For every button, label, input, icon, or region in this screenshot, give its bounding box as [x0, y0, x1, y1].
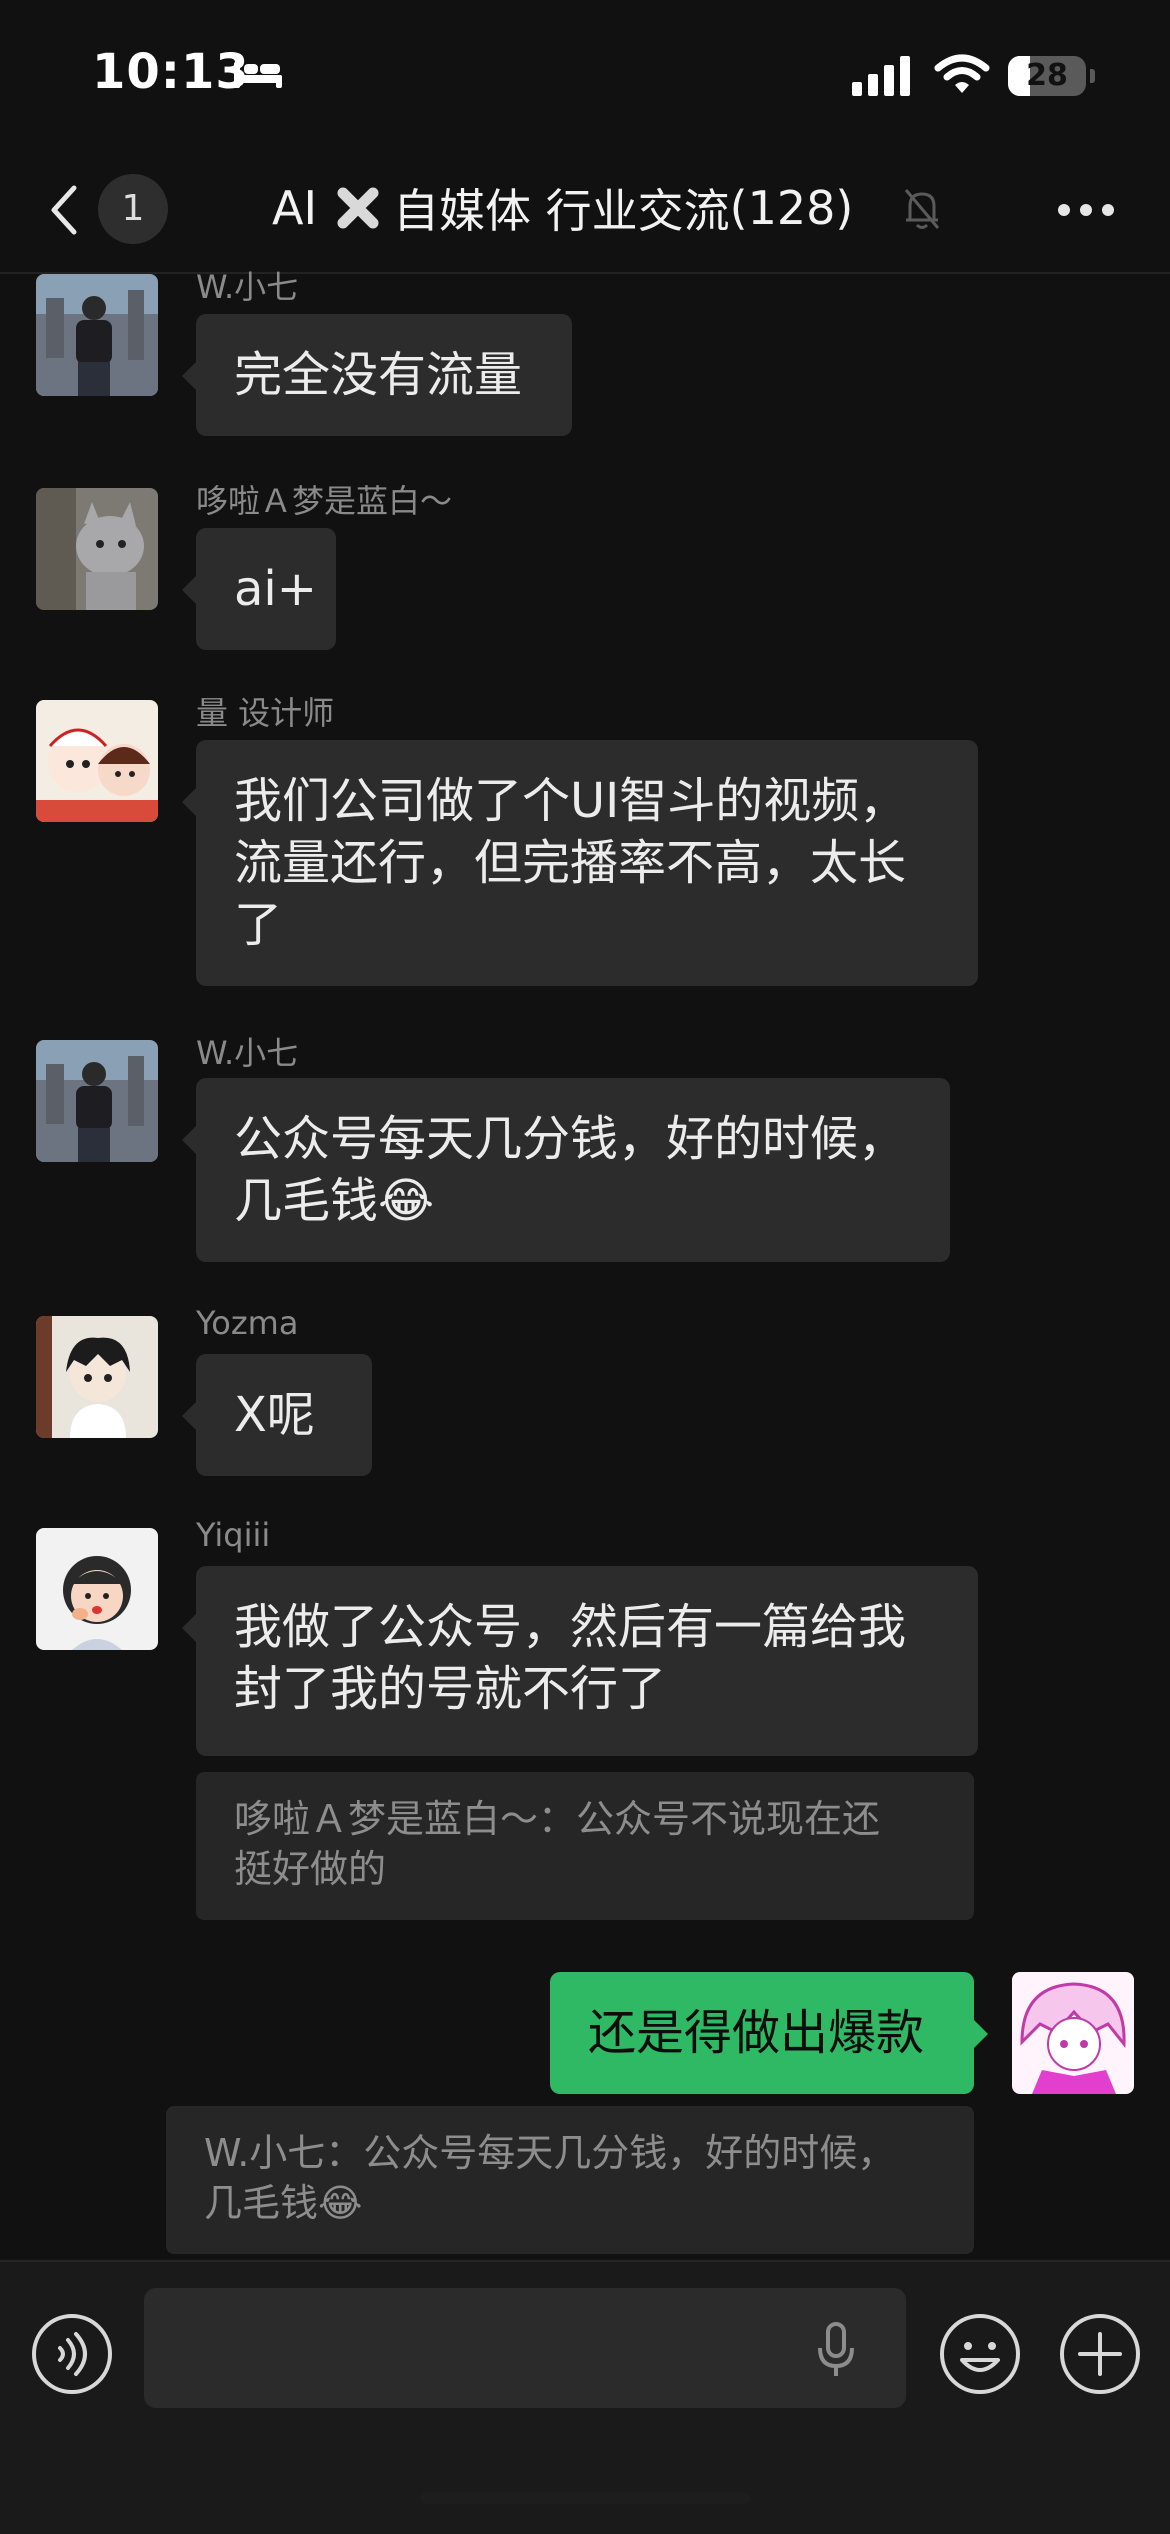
city-photo-avatar-image	[36, 274, 158, 396]
message-text-line: 流量还行，但完播率不高，太长	[234, 835, 907, 891]
message-text-line: 封了我的号就不行了	[234, 1661, 667, 1717]
message-text-line: 几毛钱😂	[234, 1173, 435, 1229]
more-dots-icon[interactable]	[1056, 202, 1116, 218]
avatar-pink-anime[interactable]	[1012, 1972, 1134, 2094]
sender-name: W.小七	[196, 268, 299, 306]
sender-name: W.小七	[196, 1034, 299, 1072]
quote-text-line: 哆啦Ａ梦是蓝白～：公众号不说现在还	[234, 1797, 881, 1841]
member-count: (128)	[729, 181, 854, 235]
status-time: 10:13	[92, 44, 250, 100]
voice-input-icon[interactable]	[30, 2312, 114, 2396]
back-chevron-icon[interactable]	[44, 182, 84, 238]
add-plus-icon[interactable]	[1058, 2312, 1142, 2396]
message-bubble[interactable]: X呢	[182, 1354, 372, 1476]
wifi-icon	[934, 54, 990, 93]
anime-boy-avatar-image	[36, 1316, 158, 1438]
message-bubble[interactable]: 我们公司做了个UI智斗的视频， 流量还行，但完播率不高，太长 了	[182, 740, 978, 986]
bed-icon	[234, 62, 282, 88]
chat-header: 1 AI 自媒体 行业交流 (128)	[0, 150, 1170, 274]
home-indicator	[420, 2492, 750, 2504]
cat-photo-avatar-image	[36, 488, 158, 610]
chat-input-bar	[0, 2260, 1170, 2534]
message-text-line: 了	[234, 897, 283, 953]
emoji-icon[interactable]	[938, 2312, 1022, 2396]
avatar-cartoon-pair[interactable]	[36, 700, 158, 822]
cellular-signal-icon	[852, 56, 910, 96]
sender-name: 哆啦Ａ梦是蓝白～	[196, 482, 453, 520]
message-text-line: 我做了公众号，然后有一篇给我	[234, 1599, 907, 1655]
muted-bell-icon	[904, 189, 940, 229]
title-text: 自媒体 行业交流	[393, 184, 730, 238]
avatar-cat-photo[interactable]	[36, 488, 158, 610]
quoted-reply[interactable]: W.小七：公众号每天几分钱，好的时候， 几毛钱😂	[166, 2106, 974, 2254]
message-input[interactable]	[144, 2288, 906, 2408]
sender-name: Yiqiii	[196, 1516, 271, 1554]
battery-percentage: 28	[1026, 58, 1068, 93]
city-photo-avatar-image	[36, 1040, 158, 1162]
sender-name: 量 设计师	[196, 694, 335, 732]
message-bubble[interactable]: 我做了公众号，然后有一篇给我 封了我的号就不行了	[182, 1566, 978, 1756]
message-text-line: 公众号每天几分钱，好的时候，	[234, 1111, 907, 1167]
pink-anime-avatar-image	[1012, 1972, 1134, 2094]
message-text: 完全没有流量	[234, 347, 523, 403]
status-bar: 10:13 28	[0, 0, 1170, 150]
avatar-city-photo[interactable]	[36, 1040, 158, 1162]
title-prefix: AI	[272, 181, 318, 235]
message-bubble[interactable]: 完全没有流量	[182, 314, 572, 436]
quote-text-line: W.小七：公众号每天几分钱，好的时候，	[204, 2131, 896, 2175]
quote-text-line: 几毛钱😂	[204, 2181, 363, 2225]
microphone-icon[interactable]	[816, 2322, 856, 2378]
cross-mark-icon	[337, 187, 379, 229]
message-text: X呢	[234, 1387, 315, 1443]
message-bubble[interactable]: 公众号每天几分钱，好的时候， 几毛钱😂	[182, 1078, 950, 1262]
message-text: ai+	[234, 561, 317, 617]
quoted-reply[interactable]: 哆啦Ａ梦是蓝白～：公众号不说现在还 挺好做的	[196, 1772, 974, 1920]
battery-cap	[1090, 69, 1095, 83]
message-text-line: 我们公司做了个UI智斗的视频，	[234, 773, 908, 829]
chat-title[interactable]: AI 自媒体 行业交流 (128)	[272, 178, 853, 238]
avatar-city-photo[interactable]	[36, 274, 158, 396]
cartoon-girl-avatar-image	[36, 1528, 158, 1650]
message-text: 还是得做出爆款	[588, 2005, 925, 2061]
avatar-anime-boy[interactable]	[36, 1316, 158, 1438]
message-bubble[interactable]: ai+	[182, 528, 336, 650]
avatar-cartoon-girl[interactable]	[36, 1528, 158, 1650]
sender-name: Yozma	[196, 1304, 299, 1342]
my-message-bubble[interactable]: 还是得做出爆款	[550, 1972, 988, 2094]
cartoon-pair-avatar-image	[36, 700, 158, 822]
unread-count-badge[interactable]: 1	[98, 174, 168, 244]
quote-text-line: 挺好做的	[234, 1847, 387, 1891]
battery-icon: 28	[1008, 56, 1086, 96]
